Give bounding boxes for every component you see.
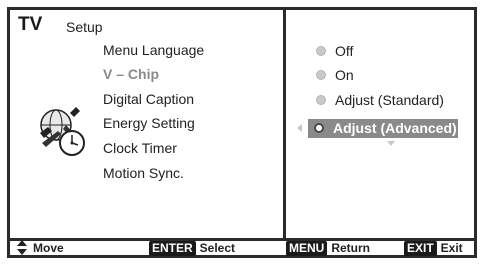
option-label: Off (335, 43, 354, 59)
footer-bar: Move ENTER Select MENU Return EXIT Exit (10, 238, 474, 258)
radio-selected-icon (314, 123, 324, 134)
menu-panel: TV Setup Menu Language V – Chip Digital … (10, 10, 286, 238)
menu-item-digital-caption[interactable]: Digital Caption (103, 91, 194, 107)
down-arrow-icon[interactable] (387, 141, 395, 146)
radio-dot-icon (316, 46, 326, 57)
exit-key: EXIT (404, 241, 437, 256)
option-label: Adjust (Advanced) (333, 120, 457, 136)
option-label: Adjust (Standard) (335, 92, 444, 108)
move-label: Move (33, 241, 64, 255)
menu-item-v-chip[interactable]: V – Chip (103, 66, 159, 82)
return-hint: MENU Return (286, 240, 370, 257)
option-adjust-standard[interactable]: Adjust (Standard) (316, 92, 444, 108)
left-arrow-icon[interactable] (297, 124, 302, 132)
tv-label: TV (18, 14, 43, 35)
radio-dot-icon (316, 70, 326, 81)
radio-dot-icon (316, 95, 326, 106)
option-adjust-advanced[interactable]: Adjust (Advanced) (308, 119, 458, 138)
enter-key: ENTER (149, 241, 196, 256)
option-on[interactable]: On (316, 67, 354, 83)
settings-clock-icon (36, 105, 90, 159)
move-hint: Move (16, 240, 64, 257)
menu-key: MENU (286, 241, 328, 256)
menu-item-motion-sync[interactable]: Motion Sync. (103, 165, 184, 181)
menu-title: Setup (66, 19, 103, 35)
select-hint: ENTER Select (149, 240, 235, 257)
select-label: Select (199, 241, 236, 255)
return-label: Return (331, 241, 371, 255)
menu-item-energy-setting[interactable]: Energy Setting (103, 115, 195, 131)
options-panel: Off On Adjust (Standard) Adjust (Advance… (286, 10, 474, 238)
exit-hint: EXIT Exit (404, 240, 463, 257)
exit-label: Exit (440, 241, 463, 255)
setup-menu-window: TV Setup Menu Language V – Chip Digital … (7, 7, 477, 258)
menu-item-menu-language[interactable]: Menu Language (103, 42, 204, 58)
option-off[interactable]: Off (316, 43, 353, 59)
menu-item-clock-timer[interactable]: Clock Timer (103, 140, 177, 156)
option-label: On (335, 67, 354, 83)
up-down-arrows-icon (17, 240, 27, 256)
